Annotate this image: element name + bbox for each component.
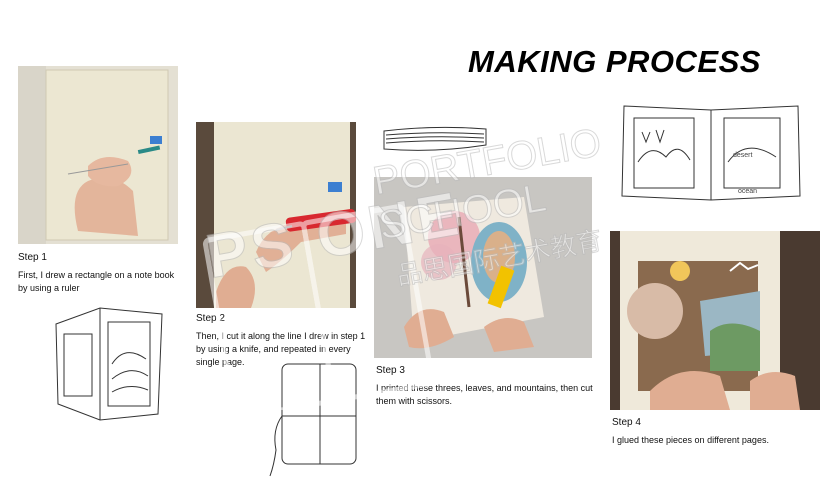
sketch-note-desert: desert: [733, 152, 753, 159]
step1-photo: [18, 66, 178, 244]
page-title: MAKING PROCESS: [468, 44, 761, 79]
step3-label: Step 3: [376, 365, 405, 376]
step1-caption: Step 1 First, I drew a rectangle on a no…: [18, 251, 178, 295]
sketch-open-book-left: [50, 304, 168, 424]
step4-caption: Step 4 I glued these pieces on different…: [612, 416, 822, 447]
step3-photo: [374, 177, 592, 358]
step4-text: I glued these pieces on different pages.: [612, 435, 769, 445]
step1-text: First, I drew a rectangle on a note book…: [18, 270, 175, 293]
step1-label: Step 1: [18, 252, 47, 263]
step2-label: Step 2: [196, 313, 225, 324]
sketch-tied-notebook: [262, 360, 362, 480]
step4-photo: [610, 231, 820, 410]
step4-label: Step 4: [612, 417, 641, 428]
step3-text: I printed these threes, leaves, and moun…: [376, 383, 593, 406]
sketch-open-book-top: [616, 102, 806, 204]
sketch-closed-book: [380, 123, 490, 158]
sketch-note-ocean: ocean: [738, 188, 758, 195]
step2-photo: [196, 122, 356, 308]
step3-caption: Step 3 I printed these threes, leaves, a…: [376, 364, 596, 408]
